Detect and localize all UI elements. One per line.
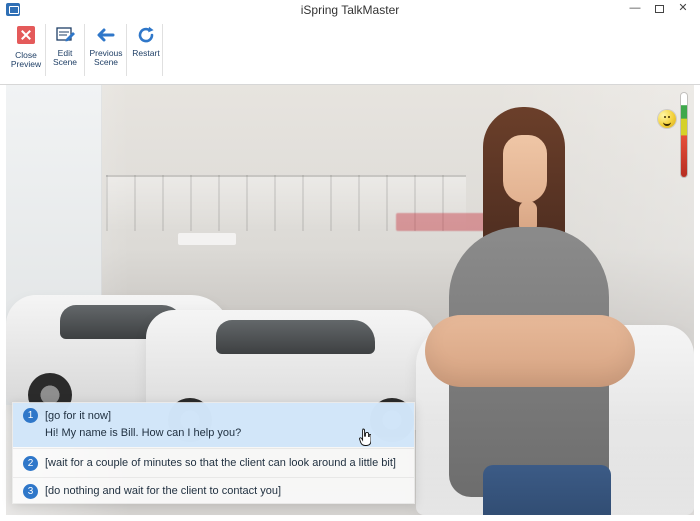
toolbar-separator — [126, 24, 127, 76]
choice-text: [go for it now] — [45, 410, 112, 422]
choice-item[interactable]: 2 [wait for a couple of minutes so that … — [13, 448, 414, 477]
smile-shape — [663, 119, 671, 126]
character-face — [503, 135, 547, 203]
edit-scene-label: Edit Scene — [52, 48, 78, 67]
character-crossed-arms — [425, 315, 635, 387]
previous-scene-label: Previous Scene — [89, 48, 123, 67]
close-window-button[interactable] — [672, 0, 694, 18]
toolbar: Close Preview Edit Scene Previous Scene … — [0, 20, 700, 85]
minimize-button[interactable]: — — [624, 0, 646, 18]
character-woman — [425, 105, 636, 515]
choice-text: [do nothing and wait for the client to c… — [45, 485, 282, 497]
choice-item[interactable]: 3 [do nothing and wait for the client to… — [13, 477, 414, 504]
choice-number-badge: 1 — [23, 408, 38, 423]
close-preview-icon-shape — [17, 26, 35, 44]
previous-scene-button[interactable]: Previous Scene — [88, 24, 124, 78]
pointer-hand-icon — [359, 428, 371, 446]
character-jeans — [483, 465, 611, 515]
response-choices: 1 [go for it now] Hi! My name is Bill. H… — [12, 402, 415, 504]
choice-number-badge: 3 — [23, 484, 38, 499]
smiley-face-icon — [658, 110, 676, 128]
car-window — [215, 320, 376, 354]
choice-text: Hi! My name is Bill. How can I help you? — [45, 427, 242, 439]
edit-scene-icon — [54, 24, 76, 46]
restart-label: Restart — [132, 48, 160, 58]
maximize-button[interactable] — [648, 0, 670, 18]
close-preview-icon — [15, 26, 37, 48]
choice-item[interactable]: 1 [go for it now] Hi! My name is Bill. H… — [13, 403, 414, 447]
toolbar-separator — [84, 24, 85, 76]
restart-button[interactable]: Restart — [130, 24, 162, 78]
choice-text: [wait for a couple of minutes so that th… — [45, 457, 396, 469]
close-preview-label: Close Preview — [10, 50, 42, 69]
window-title: iSpring TalkMaster — [300, 3, 400, 17]
choice-number-badge: 2 — [23, 456, 38, 471]
title-bar: iSpring TalkMaster — — [0, 0, 700, 21]
restart-icon — [135, 24, 157, 46]
toolbar-separator — [162, 24, 163, 76]
previous-scene-icon — [95, 24, 117, 46]
mood-meter — [681, 93, 687, 177]
toolbar-separator — [45, 24, 46, 76]
edit-scene-button[interactable]: Edit Scene — [49, 24, 81, 78]
close-preview-button[interactable]: Close Preview — [10, 24, 42, 78]
background-sign — [178, 233, 236, 245]
